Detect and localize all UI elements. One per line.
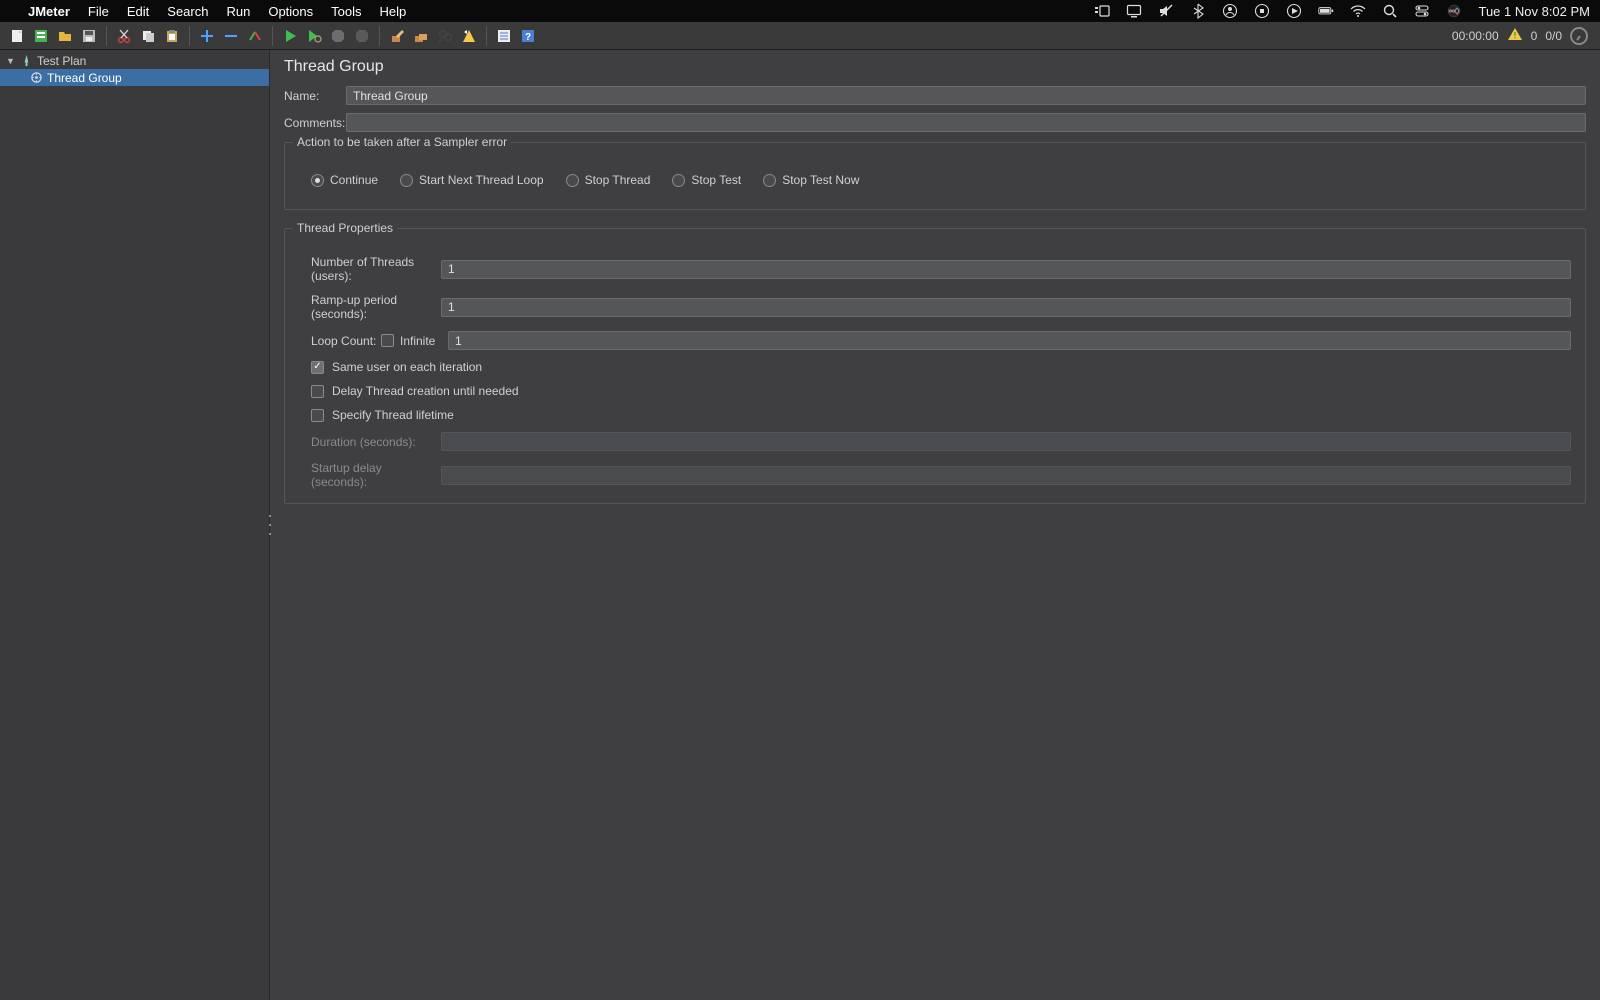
menu-extra-battery-icon[interactable] [1318, 3, 1334, 19]
menu-run[interactable]: Run [226, 4, 250, 19]
disclosure-triangle-icon[interactable]: ▼ [6, 56, 16, 66]
menu-extra-volume-muted-icon[interactable] [1158, 3, 1174, 19]
toolbar-paste-icon[interactable] [161, 25, 183, 47]
comments-field[interactable] [346, 113, 1586, 132]
thread-group-editor: Thread Group Name: Comments: Action to b… [270, 50, 1600, 1000]
menu-tools[interactable]: Tools [331, 4, 361, 19]
loop-count-field[interactable] [448, 331, 1571, 350]
panel-title: Thread Group [284, 58, 1586, 76]
sampler-error-legend: Action to be taken after a Sampler error [293, 135, 511, 149]
elapsed-time: 00:00:00 [1452, 29, 1499, 43]
radio-stop-test[interactable]: Stop Test [672, 173, 741, 187]
toolbar-open-icon[interactable] [54, 25, 76, 47]
label-infinite: Infinite [398, 334, 448, 348]
radio-start-next-loop[interactable]: Start Next Thread Loop [400, 173, 544, 187]
toolbar-stop-icon[interactable] [327, 25, 349, 47]
menu-extra-bluetooth-icon[interactable] [1190, 3, 1206, 19]
toolbar-collapse-icon[interactable] [220, 25, 242, 47]
toolbar-separator [106, 26, 107, 46]
menu-extra-control-center-icon[interactable] [1414, 3, 1430, 19]
menu-extra-record-icon[interactable] [1254, 3, 1270, 19]
label-startup-delay: Startup delay (seconds): [311, 461, 441, 489]
toolbar-reset-search-icon[interactable] [458, 25, 480, 47]
test-plan-icon [20, 54, 33, 67]
tree-item-thread-group[interactable]: Thread Group [0, 69, 269, 86]
macos-menubar: JMeter File Edit Search Run Options Tool… [0, 0, 1600, 22]
jmeter-toolbar: ? 00:00:00 0 0/0 [0, 22, 1600, 50]
active-thread-count: 0/0 [1545, 29, 1562, 43]
label-num-threads: Number of Threads (users): [311, 255, 441, 283]
tree-item-test-plan[interactable]: ▼ Test Plan [0, 52, 269, 69]
error-count: 0 [1531, 29, 1538, 43]
menu-extra-spotlight-icon[interactable] [1382, 3, 1398, 19]
menu-help[interactable]: Help [380, 4, 407, 19]
ramp-up-field[interactable] [441, 298, 1571, 317]
label-specify-life: Specify Thread lifetime [332, 408, 454, 422]
toolbar-separator [189, 26, 190, 46]
menu-extra-screen-mirroring-icon[interactable] [1126, 3, 1142, 19]
svg-text:?: ? [525, 32, 531, 43]
toolbar-templates-icon[interactable] [30, 25, 52, 47]
toolbar-clear-all-icon[interactable] [410, 25, 432, 47]
radio-continue[interactable]: Continue [311, 173, 378, 187]
label-duration: Duration (seconds): [311, 435, 441, 449]
split-pane-handle[interactable] [267, 515, 273, 535]
toolbar-start-icon[interactable] [279, 25, 301, 47]
menu-extra-siri-icon[interactable] [1446, 3, 1462, 19]
infinite-checkbox[interactable] [381, 334, 394, 347]
specify-lifetime-checkbox[interactable] [311, 409, 324, 422]
toolbar-clear-icon[interactable] [386, 25, 408, 47]
warning-icon[interactable] [1507, 26, 1523, 45]
duration-field [441, 432, 1571, 451]
thread-group-icon [30, 71, 43, 84]
toolbar-toggle-icon[interactable] [244, 25, 266, 47]
menu-edit[interactable]: Edit [127, 4, 149, 19]
toolbar-separator [486, 26, 487, 46]
toolbar-expand-icon[interactable] [196, 25, 218, 47]
sampler-error-group: Action to be taken after a Sampler error… [284, 142, 1586, 210]
toolbar-help-icon[interactable]: ? [517, 25, 539, 47]
delay-thread-creation-checkbox[interactable] [311, 385, 324, 398]
menu-extra-user-icon[interactable] [1222, 3, 1238, 19]
toolbar-new-icon[interactable] [6, 25, 28, 47]
name-field[interactable] [346, 86, 1586, 105]
label-delay-create: Delay Thread creation until needed [332, 384, 519, 398]
toolbar-save-icon[interactable] [78, 25, 100, 47]
test-plan-tree[interactable]: ▼ Test Plan Thread Group [0, 50, 270, 1000]
toolbar-function-helper-icon[interactable] [493, 25, 515, 47]
tree-item-label: Thread Group [47, 71, 122, 85]
num-threads-field[interactable] [441, 260, 1571, 279]
thread-properties-legend: Thread Properties [293, 221, 397, 235]
same-user-checkbox[interactable] [311, 361, 324, 374]
menu-extra-stage-manager-icon[interactable] [1094, 3, 1110, 19]
label-loop-count: Loop Count: [311, 334, 381, 348]
menu-search[interactable]: Search [167, 4, 208, 19]
label-name: Name: [284, 89, 346, 103]
app-name[interactable]: JMeter [28, 4, 70, 19]
label-ramp-up: Ramp-up period (seconds): [311, 293, 441, 321]
menubar-clock[interactable]: Tue 1 Nov 8:02 PM [1478, 4, 1590, 19]
toolbar-start-no-timers-icon[interactable] [303, 25, 325, 47]
menu-options[interactable]: Options [268, 4, 313, 19]
menu-extra-now-playing-icon[interactable] [1286, 3, 1302, 19]
toolbar-separator [379, 26, 380, 46]
label-comments: Comments: [284, 116, 346, 130]
thread-gauge-icon [1570, 27, 1588, 45]
radio-stop-thread[interactable]: Stop Thread [566, 173, 651, 187]
toolbar-copy-icon[interactable] [137, 25, 159, 47]
tree-item-label: Test Plan [37, 54, 86, 68]
toolbar-search-icon[interactable] [434, 25, 456, 47]
toolbar-shutdown-icon[interactable] [351, 25, 373, 47]
toolbar-status-area: 00:00:00 0 0/0 [1452, 26, 1594, 45]
menu-extra-wifi-icon[interactable] [1350, 3, 1366, 19]
toolbar-separator [272, 26, 273, 46]
toolbar-cut-icon[interactable] [113, 25, 135, 47]
label-same-user: Same user on each iteration [332, 360, 482, 374]
menu-file[interactable]: File [88, 4, 109, 19]
startup-delay-field [441, 466, 1571, 485]
radio-stop-test-now[interactable]: Stop Test Now [763, 173, 859, 187]
thread-properties-group: Thread Properties Number of Threads (use… [284, 228, 1586, 504]
